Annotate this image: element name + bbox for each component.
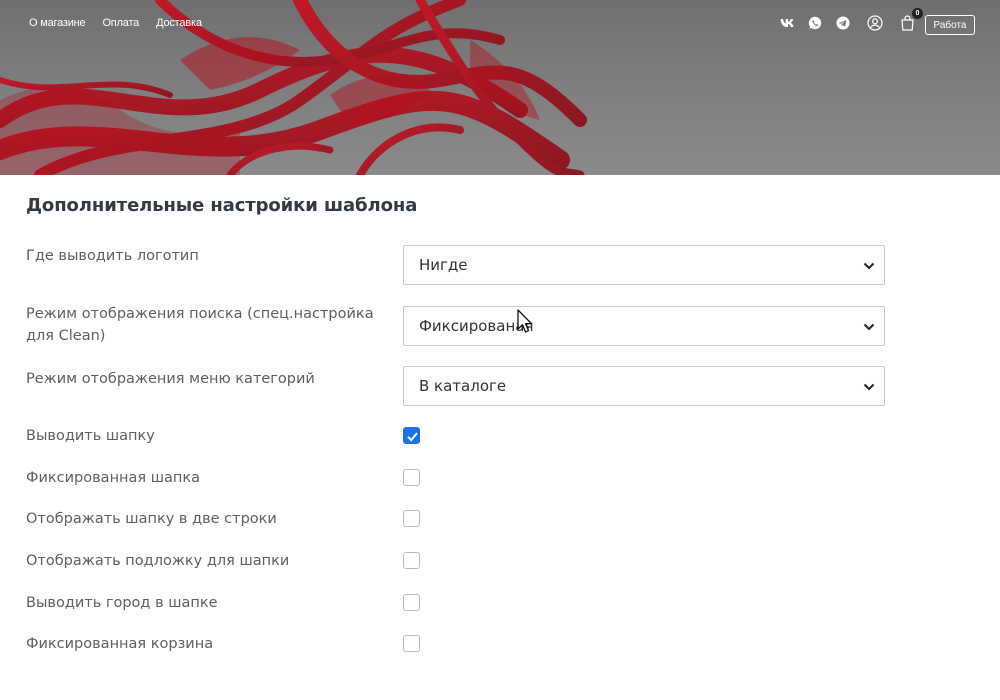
checkmark-icon (407, 432, 418, 442)
nav-about-store[interactable]: О магазине (29, 17, 86, 29)
template-settings: Дополнительные настройки шаблона Где выв… (26, 195, 906, 652)
city-in-header-checkbox[interactable] (403, 594, 420, 611)
nav-payment[interactable]: Оплата (102, 17, 139, 29)
setting-label: Где выводить логотип (26, 248, 199, 264)
top-navigation: О магазине Оплата Доставка (29, 17, 202, 29)
work-button[interactable]: Работа (925, 15, 975, 35)
fixed-header-checkbox[interactable] (403, 469, 420, 486)
search-mode-select[interactable]: Фиксированая (403, 306, 885, 346)
vk-icon[interactable] (778, 14, 796, 32)
select-value: Нигде (419, 256, 468, 274)
setting-label: Отображать шапку в две строки (26, 511, 277, 527)
setting-label: Выводить шапку (26, 428, 155, 444)
show-header-checkbox[interactable] (403, 427, 420, 444)
nav-delivery[interactable]: Доставка (156, 17, 202, 29)
header-icons: 0 (778, 8, 930, 32)
setting-label: Фиксированная шапка (26, 470, 201, 486)
settings-title: Дополнительные настройки шаблона (26, 195, 418, 216)
fixed-cart-checkbox[interactable] (403, 635, 420, 652)
chevron-down-icon (863, 262, 875, 270)
chevron-down-icon (863, 383, 875, 391)
two-line-header-checkbox[interactable] (403, 510, 420, 527)
select-value: Фиксированая (419, 317, 534, 335)
setting-label: Режим отображения меню категорий (26, 371, 315, 387)
header-backdrop-checkbox[interactable] (403, 552, 420, 569)
logo-position-select[interactable]: Нигде (403, 245, 885, 285)
cart-count-badge: 0 (912, 8, 923, 19)
cart-icon[interactable]: 0 (898, 8, 923, 32)
setting-label: Режим отображения поиска (спец.настройка… (26, 306, 374, 344)
user-icon[interactable] (866, 14, 884, 32)
setting-label: Отображать подложку для шапки (26, 553, 290, 569)
setting-label: Выводить город в шапке (26, 595, 218, 611)
header-banner: О магазине Оплата Доставка 0 Работа (0, 0, 1000, 175)
chevron-down-icon (863, 323, 875, 331)
setting-label: Фиксированная корзина (26, 636, 214, 652)
select-value: В каталоге (419, 377, 507, 395)
telegram-icon[interactable] (834, 14, 852, 32)
category-menu-mode-select[interactable]: В каталоге (403, 366, 885, 406)
whatsapp-icon[interactable] (806, 14, 824, 32)
